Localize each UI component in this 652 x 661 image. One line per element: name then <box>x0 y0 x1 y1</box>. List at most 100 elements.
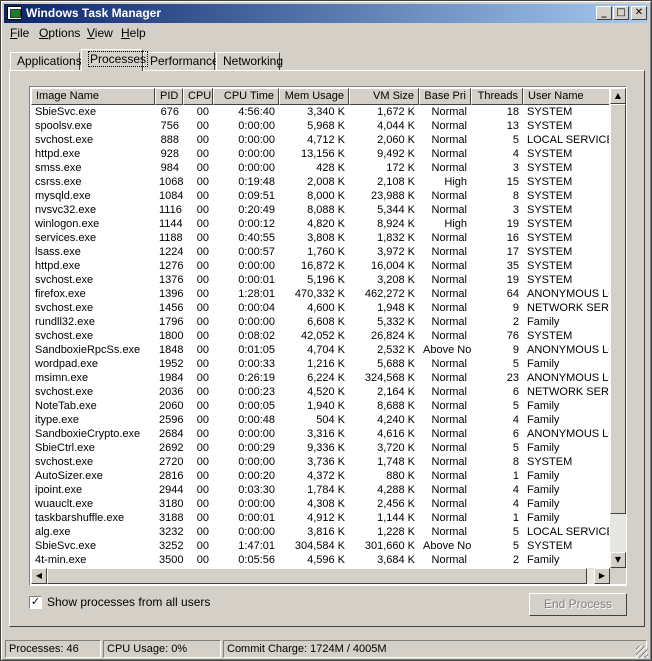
cell-mem-usage: 304,584 K <box>294 540 345 552</box>
scroll-left-button[interactable]: ◀ <box>31 568 47 584</box>
cell-cpu-time: 0:00:29 <box>238 442 275 454</box>
cell-threads: 13 <box>506 120 519 132</box>
cell-cpu: 00 <box>196 554 209 566</box>
menu-help[interactable]: Help <box>121 26 146 40</box>
table-row[interactable]: AutoSizer.exe 2816 00 0:00:20 4,372 K 880 K No… <box>31 469 609 483</box>
horizontal-scrollbar[interactable]: ◀ ▶ <box>31 568 610 584</box>
table-row[interactable]: svchost.exe 1376 00 0:00:01 5,196 K 3,208 K No… <box>31 273 609 287</box>
scroll-right-button[interactable]: ▶ <box>594 568 610 584</box>
close-button[interactable]: ✕ <box>631 6 647 20</box>
cell-cpu: 00 <box>196 218 209 230</box>
process-list[interactable]: Image Name PID CPU CPU Time Mem Usage VM Size… <box>29 86 627 586</box>
table-row[interactable]: spoolsv.exe 756 00 0:00:00 5,968 K 4,044 K Nor… <box>31 119 609 133</box>
window-title: Windows Task Manager <box>26 6 162 20</box>
table-row[interactable]: svchost.exe 1456 00 0:00:04 4,600 K 1,948 K No… <box>31 301 609 315</box>
table-row[interactable]: mysqld.exe 1084 00 0:09:51 8,000 K 23,988 K No… <box>31 189 609 203</box>
table-row[interactable]: SbieSvc.exe 676 00 4:56:40 3,340 K 1,672 K Nor… <box>31 105 609 119</box>
cell-image-name: csrss.exe <box>35 176 82 188</box>
vertical-scroll-thumb[interactable] <box>610 104 626 514</box>
table-row[interactable]: svchost.exe 2036 00 0:00:23 4,520 K 2,164 K No… <box>31 385 609 399</box>
menu-options[interactable]: Options <box>39 26 80 40</box>
cell-threads: 5 <box>512 540 519 552</box>
cell-base-pri: Normal <box>431 204 467 216</box>
table-row[interactable]: httpd.exe 928 00 0:00:00 13,156 K 9,492 K Norm… <box>31 147 609 161</box>
scroll-down-button[interactable]: ▼ <box>610 552 626 568</box>
table-row[interactable]: winlogon.exe 1144 00 0:00:12 4,820 K 8,924 K H… <box>31 217 609 231</box>
cell-cpu: 00 <box>196 526 209 538</box>
table-row[interactable]: smss.exe 984 00 0:00:00 428 K 172 K Normal 3 SYS… <box>31 161 609 175</box>
table-row[interactable]: svchost.exe 2720 00 0:00:00 3,736 K 1,748 K No… <box>31 455 609 469</box>
cell-threads: 16 <box>506 232 519 244</box>
cell-cpu-time: 0:00:33 <box>238 358 275 370</box>
cell-pid: 1144 <box>159 218 183 230</box>
table-row[interactable]: nvsvc32.exe 1116 00 0:20:49 8,088 K 5,344 K No… <box>31 203 609 217</box>
table-row[interactable]: svchost.exe 1800 00 0:08:02 42,052 K 26,824 K… <box>31 329 609 343</box>
cell-vm-size: 462,272 K <box>364 288 415 300</box>
cell-mem-usage: 1,940 K <box>307 400 345 412</box>
cell-cpu-time: 4:56:40 <box>238 106 275 118</box>
table-row[interactable]: msimn.exe 1984 00 0:26:19 6,224 K 324,568 K No… <box>31 371 609 385</box>
menu-file[interactable]: File <box>10 26 29 40</box>
show-all-users-checkbox[interactable]: ✓ <box>29 596 42 609</box>
vertical-scrollbar[interactable]: ▲ ▼ <box>610 88 626 568</box>
tab-networking[interactable]: Networking <box>216 52 283 71</box>
table-row[interactable]: wuauclt.exe 3180 00 0:00:00 4,308 K 2,456 K No… <box>31 497 609 511</box>
cell-base-pri: Normal <box>431 274 467 286</box>
maximize-button[interactable]: □ <box>613 6 629 20</box>
table-row[interactable]: 4t-min.exe 3500 00 0:05:56 4,596 K 3,684 K Nor… <box>31 553 609 567</box>
column-header-base-pri[interactable]: Base Pri <box>419 88 471 105</box>
table-row[interactable]: firefox.exe 1396 00 1:28:01 470,332 K 462,272… <box>31 287 609 301</box>
column-header-image-name[interactable]: Image Name <box>31 88 155 105</box>
table-row[interactable]: lsass.exe 1224 00 0:00:57 1,760 K 3,972 K Norm… <box>31 245 609 259</box>
menu-help-mnemonic: H <box>121 26 130 40</box>
cell-cpu-time: 0:00:05 <box>238 400 275 412</box>
scroll-up-button[interactable]: ▲ <box>610 88 626 104</box>
column-header-mem-usage[interactable]: Mem Usage <box>279 88 349 105</box>
cell-cpu: 00 <box>196 498 209 510</box>
table-row[interactable]: NoteTab.exe 2060 00 0:00:05 1,940 K 8,688 K No… <box>31 399 609 413</box>
tab-processes[interactable]: Processes <box>81 49 149 71</box>
table-row[interactable]: rundll32.exe 1796 00 0:00:00 6,608 K 5,332 K N… <box>31 315 609 329</box>
column-header-vm-size[interactable]: VM Size <box>349 88 419 105</box>
cell-image-name: httpd.exe <box>35 260 81 272</box>
table-row[interactable]: services.exe 1188 00 0:40:55 3,808 K 1,832 K N… <box>31 231 609 245</box>
cell-vm-size: 3,720 K <box>377 442 415 454</box>
table-row[interactable]: itype.exe 2596 00 0:00:48 504 K 4,240 K Normal… <box>31 413 609 427</box>
column-header-cpu-time[interactable]: CPU Time <box>213 88 279 105</box>
cell-cpu: 00 <box>196 484 209 496</box>
title-bar[interactable]: Windows Task Manager _ □ ✕ <box>4 4 648 23</box>
column-header-pid[interactable]: PID <box>155 88 183 105</box>
show-all-users-label[interactable]: Show processes from all users <box>47 595 210 610</box>
table-row[interactable]: svchost.exe 888 00 0:00:00 4,712 K 2,060 K Nor… <box>31 133 609 147</box>
table-row[interactable]: SbieSvc.exe 3252 00 1:47:01 304,584 K 301,660… <box>31 539 609 553</box>
cell-vm-size: 301,660 K <box>364 540 415 552</box>
table-row[interactable]: alg.exe 3232 00 0:00:00 3,816 K 1,228 K Normal… <box>31 525 609 539</box>
cell-vm-size: 8,924 K <box>377 218 415 230</box>
cell-image-name: svchost.exe <box>35 302 94 314</box>
table-row[interactable]: SbieCtrl.exe 2692 00 0:00:29 9,336 K 3,720 K N… <box>31 441 609 455</box>
column-header-user-name[interactable]: User Name <box>523 88 609 105</box>
column-header-threads[interactable]: Threads <box>471 88 523 105</box>
table-row[interactable]: SandboxieCrypto.exe 2684 00 0:00:00 3,316 K 4… <box>31 427 609 441</box>
table-row[interactable]: taskbarshuffle.exe 3188 00 0:00:01 4,912 K 1,… <box>31 511 609 525</box>
column-header-cpu[interactable]: CPU <box>183 88 213 105</box>
tab-performance[interactable]: Performance <box>143 52 219 71</box>
cell-threads: 9 <box>512 344 519 356</box>
tab-applications[interactable]: Applications <box>10 52 82 71</box>
horizontal-scroll-thumb[interactable] <box>47 568 587 584</box>
menu-view[interactable]: View <box>87 26 113 40</box>
resize-grip[interactable] <box>636 646 648 658</box>
cell-vm-size: 2,108 K <box>377 176 415 188</box>
cell-mem-usage: 5,196 K <box>307 274 345 286</box>
table-row[interactable]: SandboxieRpcSs.exe 1848 00 0:01:05 4,704 K 2,… <box>31 343 609 357</box>
cell-mem-usage: 428 K <box>316 162 345 174</box>
cell-threads: 76 <box>506 330 519 342</box>
minimize-button[interactable]: _ <box>596 6 612 20</box>
end-process-button[interactable]: End Process <box>529 593 627 616</box>
table-row[interactable]: wordpad.exe 1952 00 0:00:33 1,216 K 5,688 K No… <box>31 357 609 371</box>
cell-pid: 1376 <box>159 274 183 286</box>
table-row[interactable]: httpd.exe 1276 00 0:00:00 16,872 K 16,004 K No… <box>31 259 609 273</box>
cell-user-name: Family <box>527 498 560 510</box>
table-row[interactable]: ipoint.exe 2944 00 0:03:30 1,784 K 4,288 K Nor… <box>31 483 609 497</box>
table-row[interactable]: csrss.exe 1068 00 0:19:48 2,008 K 2,108 K High… <box>31 175 609 189</box>
